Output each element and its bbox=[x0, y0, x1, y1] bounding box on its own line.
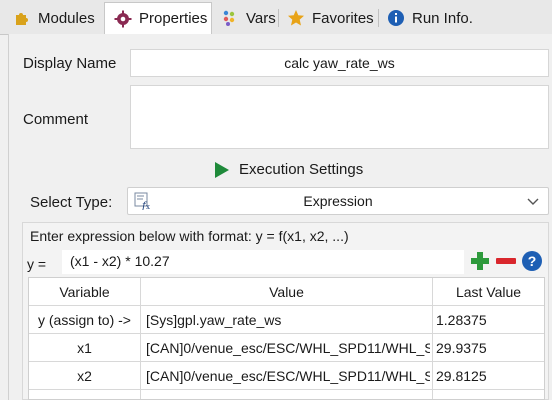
select-type-dropdown[interactable]: f x Expression bbox=[127, 187, 549, 215]
tab-modules[interactable]: Modules bbox=[4, 3, 104, 33]
row-value-x1[interactable]: [CAN]0/venue_esc/ESC/WHL_SPD11/WHL_SPD_F… bbox=[146, 340, 430, 356]
tab-favorites[interactable]: Favorites bbox=[278, 3, 378, 33]
star-icon bbox=[286, 8, 306, 28]
select-type-label: Select Type: bbox=[30, 194, 113, 211]
vars-dots-icon bbox=[220, 8, 240, 28]
tab-properties-label: Properties bbox=[139, 10, 208, 27]
row-value-y[interactable]: [Sys]gpl.yaw_rate_ws bbox=[146, 312, 430, 328]
tab-run-info-label: Run Info. bbox=[412, 9, 473, 27]
help-button[interactable]: ? bbox=[521, 250, 543, 272]
column-header-last-value[interactable]: Last Value bbox=[433, 284, 544, 300]
column-header-variable[interactable]: Variable bbox=[29, 284, 140, 300]
chevron-down-icon bbox=[526, 194, 540, 208]
comment-input[interactable] bbox=[130, 85, 549, 149]
expression-input[interactable]: (x1 - x2) * 10.27 bbox=[62, 250, 464, 274]
row-divider bbox=[29, 333, 544, 334]
display-name-input[interactable]: calc yaw_rate_ws bbox=[130, 49, 549, 77]
tab-properties[interactable]: Properties bbox=[104, 2, 212, 34]
row-variable-x1: x1 bbox=[77, 340, 92, 356]
puzzle-icon bbox=[12, 8, 32, 28]
tab-vars-label: Vars bbox=[246, 9, 276, 27]
execution-settings-toggle[interactable]: Execution Settings bbox=[215, 161, 363, 178]
select-type-value: Expression bbox=[303, 193, 373, 209]
column-header-value[interactable]: Value bbox=[141, 284, 432, 300]
plus-icon bbox=[471, 252, 489, 270]
row-divider bbox=[29, 361, 544, 362]
svg-text:?: ? bbox=[528, 253, 537, 269]
play-icon bbox=[215, 161, 229, 178]
minus-icon bbox=[496, 258, 516, 264]
row-last-value-x2: 29.8125 bbox=[436, 368, 487, 384]
row-variable-y: y (assign to) -> bbox=[38, 312, 131, 328]
tab-bar: Modules Properties Vars Favorites Run In… bbox=[0, 0, 552, 35]
y-equals-label: y = bbox=[27, 256, 47, 272]
row-value-x2[interactable]: [CAN]0/venue_esc/ESC/WHL_SPD11/WHL_SPD_F… bbox=[146, 368, 430, 384]
row-divider bbox=[29, 389, 544, 390]
row-divider bbox=[29, 305, 544, 306]
tab-favorites-label: Favorites bbox=[312, 9, 374, 27]
row-last-value-x1: 29.9375 bbox=[436, 340, 487, 356]
tab-modules-label: Modules bbox=[38, 9, 95, 27]
help-icon: ? bbox=[522, 251, 542, 271]
comment-label: Comment bbox=[23, 111, 89, 128]
expression-instruction: Enter expression below with format: y = … bbox=[30, 228, 349, 244]
info-icon bbox=[386, 8, 406, 28]
add-variable-button[interactable] bbox=[469, 250, 491, 272]
tab-vars[interactable]: Vars bbox=[212, 3, 278, 33]
remove-variable-button[interactable] bbox=[495, 250, 517, 272]
tab-run-info[interactable]: Run Info. bbox=[378, 3, 478, 33]
display-name-label: Display Name bbox=[23, 55, 117, 72]
execution-settings-label: Execution Settings bbox=[239, 161, 364, 178]
variables-table: Variable Value Last Value y (assign to) … bbox=[28, 277, 545, 400]
row-variable-x2: x2 bbox=[77, 368, 92, 384]
gear-icon bbox=[113, 9, 133, 29]
row-last-value-y: 1.28375 bbox=[436, 312, 487, 328]
